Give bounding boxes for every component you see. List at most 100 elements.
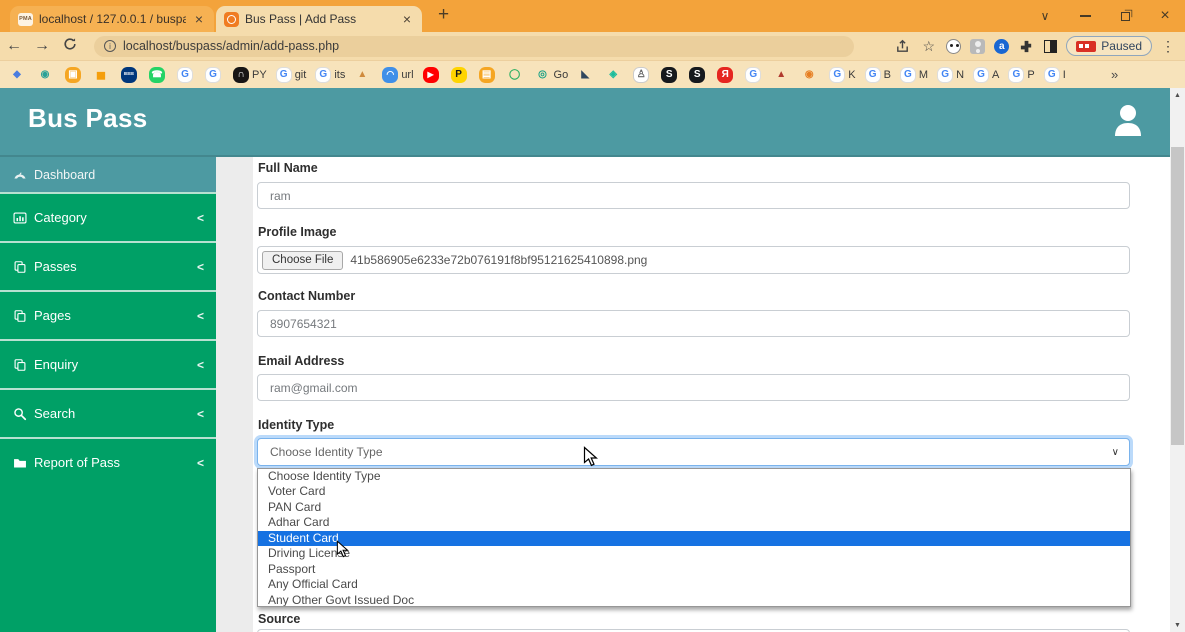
bookmark-star-icon[interactable]: ☆ bbox=[920, 38, 937, 55]
bookmark-item[interactable]: ▲ bbox=[354, 67, 373, 83]
sidebar-item-pages[interactable]: Pages < bbox=[0, 290, 216, 339]
bookmark-item[interactable]: G K bbox=[829, 67, 855, 83]
bookmark-item[interactable]: G its bbox=[315, 67, 345, 83]
bookmark-item[interactable]: ◈ bbox=[605, 67, 624, 83]
dropdown-option[interactable]: Adhar Card bbox=[258, 515, 1130, 530]
dropdown-option[interactable]: Voter Card bbox=[258, 484, 1130, 499]
contact-number-input[interactable] bbox=[257, 310, 1130, 337]
bookmark-favicon: G bbox=[937, 67, 953, 83]
tab-close-icon[interactable]: × bbox=[192, 12, 206, 26]
sidebar-item-passes[interactable]: Passes < bbox=[0, 241, 216, 290]
bookmark-item[interactable]: G P bbox=[1008, 67, 1034, 83]
sidebar-item-search[interactable]: Search < bbox=[0, 388, 216, 437]
bookmark-item[interactable]: ◉ bbox=[801, 67, 820, 83]
bookmark-favicon: ☎ bbox=[149, 67, 165, 83]
user-avatar-icon[interactable] bbox=[1108, 100, 1148, 145]
bookmark-item[interactable]: ◠ url bbox=[382, 67, 413, 83]
new-tab-button[interactable]: + bbox=[438, 4, 449, 26]
bookmark-item[interactable]: ◯ bbox=[507, 67, 526, 83]
scrollbar-thumb[interactable] bbox=[1171, 147, 1184, 445]
page-scrollbar[interactable]: ▲ ▼ bbox=[1170, 88, 1185, 632]
bookmark-item[interactable]: G N bbox=[937, 67, 964, 83]
bookmark-item[interactable]: G bbox=[745, 67, 764, 83]
dropdown-option[interactable]: Any Other Govt Issued Doc bbox=[258, 593, 1130, 608]
identity-type-dropdown: Choose Identity Type Voter Card PAN Card… bbox=[257, 468, 1131, 607]
identity-type-select[interactable]: Choose Identity Type ∨ bbox=[257, 438, 1130, 466]
bookmark-item[interactable]: ▅ bbox=[93, 67, 112, 83]
minimize-window-icon[interactable] bbox=[1070, 0, 1100, 32]
browser-toolbar: ← → i localhost/buspass/admin/add-pass.p… bbox=[0, 32, 1185, 60]
recorder-paused-badge[interactable]: Paused bbox=[1066, 36, 1152, 56]
bookmark-item[interactable]: ◎ Go bbox=[535, 67, 569, 83]
site-info-icon[interactable]: i bbox=[104, 40, 116, 52]
bookmark-item[interactable]: ▤ bbox=[479, 67, 498, 83]
choose-file-button[interactable]: Choose File bbox=[262, 251, 343, 270]
browser-menu-icon[interactable]: ⋮ bbox=[1161, 38, 1175, 55]
dashboard-icon bbox=[13, 168, 27, 182]
email-address-label: Email Address bbox=[258, 354, 344, 368]
bookmark-item[interactable]: ♙ bbox=[633, 67, 652, 83]
sidebar-item-dashboard[interactable]: Dashboard bbox=[0, 157, 216, 192]
back-icon[interactable]: ← bbox=[0, 37, 28, 55]
tab-search-icon[interactable]: ∨ bbox=[1030, 0, 1060, 32]
bookmark-item[interactable]: P bbox=[451, 67, 470, 83]
sidebar-item-enquiry[interactable]: Enquiry < bbox=[0, 339, 216, 388]
page-title: Bus Pass bbox=[28, 103, 147, 134]
chevron-left-icon: < bbox=[197, 309, 204, 323]
bookmark-item[interactable]: S bbox=[661, 67, 680, 83]
tab-close-icon[interactable]: × bbox=[400, 12, 414, 26]
tab-title: localhost / 127.0.0.1 / buspass / t bbox=[39, 12, 186, 26]
bookmark-item[interactable]: ▶ bbox=[423, 67, 442, 83]
bookmark-item[interactable]: G bbox=[205, 67, 224, 83]
sidebar-item-category[interactable]: Category < bbox=[0, 192, 216, 241]
bookmark-item[interactable]: ◉ bbox=[37, 67, 56, 83]
panda-extension-icon[interactable] bbox=[946, 39, 961, 54]
bookmark-item[interactable]: G git bbox=[276, 67, 307, 83]
reload-icon[interactable] bbox=[56, 37, 84, 56]
bookmark-favicon: ♙ bbox=[633, 67, 649, 83]
bookmark-favicon: ◉ bbox=[37, 67, 53, 83]
email-address-input[interactable] bbox=[257, 374, 1130, 401]
bookmark-item[interactable]: ▣ bbox=[65, 67, 84, 83]
dropdown-option-label: Passport bbox=[268, 562, 315, 576]
bookmark-item[interactable]: ◆ bbox=[9, 67, 28, 83]
bookmarks-overflow-icon[interactable]: » bbox=[1111, 60, 1118, 88]
dropdown-option[interactable]: Student Card bbox=[258, 531, 1130, 546]
extensions-puzzle-icon[interactable] bbox=[1018, 38, 1035, 55]
address-bar[interactable]: i localhost/buspass/admin/add-pass.php bbox=[94, 36, 854, 57]
bookmark-item[interactable]: G B bbox=[865, 67, 891, 83]
tab-phpmyadmin[interactable]: PMA localhost / 127.0.0.1 / buspass / t … bbox=[10, 6, 214, 32]
person-extension-icon[interactable] bbox=[970, 39, 985, 54]
bookmark-label: PY bbox=[252, 69, 267, 81]
bookmark-item[interactable]: G A bbox=[973, 67, 999, 83]
bookmark-label: P bbox=[1027, 69, 1034, 81]
bookmark-item[interactable]: IEEE bbox=[121, 67, 140, 83]
close-window-icon[interactable]: × bbox=[1150, 0, 1180, 32]
a-extension-icon[interactable]: a bbox=[994, 39, 1009, 54]
dropdown-option[interactable]: Choose Identity Type bbox=[258, 469, 1130, 484]
scroll-down-icon[interactable]: ▼ bbox=[1170, 618, 1185, 632]
dropdown-option[interactable]: Any Official Card bbox=[258, 577, 1130, 592]
tab-bus-pass[interactable]: Bus Pass | Add Pass × bbox=[216, 6, 422, 32]
bookmark-item[interactable]: ☎ bbox=[149, 67, 168, 83]
bookmark-label: Go bbox=[554, 69, 569, 81]
theme-extension-icon[interactable] bbox=[1044, 40, 1057, 53]
full-name-input[interactable] bbox=[257, 182, 1130, 209]
share-icon[interactable] bbox=[894, 38, 911, 55]
dropdown-option[interactable]: Passport bbox=[258, 562, 1130, 577]
bookmark-item[interactable]: G I bbox=[1044, 67, 1066, 83]
dropdown-option[interactable]: Driving License bbox=[258, 546, 1130, 561]
bookmark-item[interactable]: ▲ bbox=[773, 67, 792, 83]
forward-icon[interactable]: → bbox=[28, 37, 56, 55]
restore-window-icon[interactable] bbox=[1110, 0, 1140, 32]
bookmark-item[interactable]: ∩ PY bbox=[233, 67, 267, 83]
profile-image-file-input[interactable]: Choose File 41b586905e6233e72b076191f8bf… bbox=[257, 246, 1130, 274]
sidebar-item-report-of-pass[interactable]: Report of Pass < bbox=[0, 437, 216, 486]
bookmark-item[interactable]: G bbox=[177, 67, 196, 83]
bookmark-item[interactable]: G M bbox=[900, 67, 928, 83]
bookmark-item[interactable]: ◣ bbox=[577, 67, 596, 83]
scroll-up-icon[interactable]: ▲ bbox=[1170, 88, 1185, 102]
bookmark-item[interactable]: Я bbox=[717, 67, 736, 83]
dropdown-option[interactable]: PAN Card bbox=[258, 500, 1130, 515]
bookmark-item[interactable]: S bbox=[689, 67, 708, 83]
